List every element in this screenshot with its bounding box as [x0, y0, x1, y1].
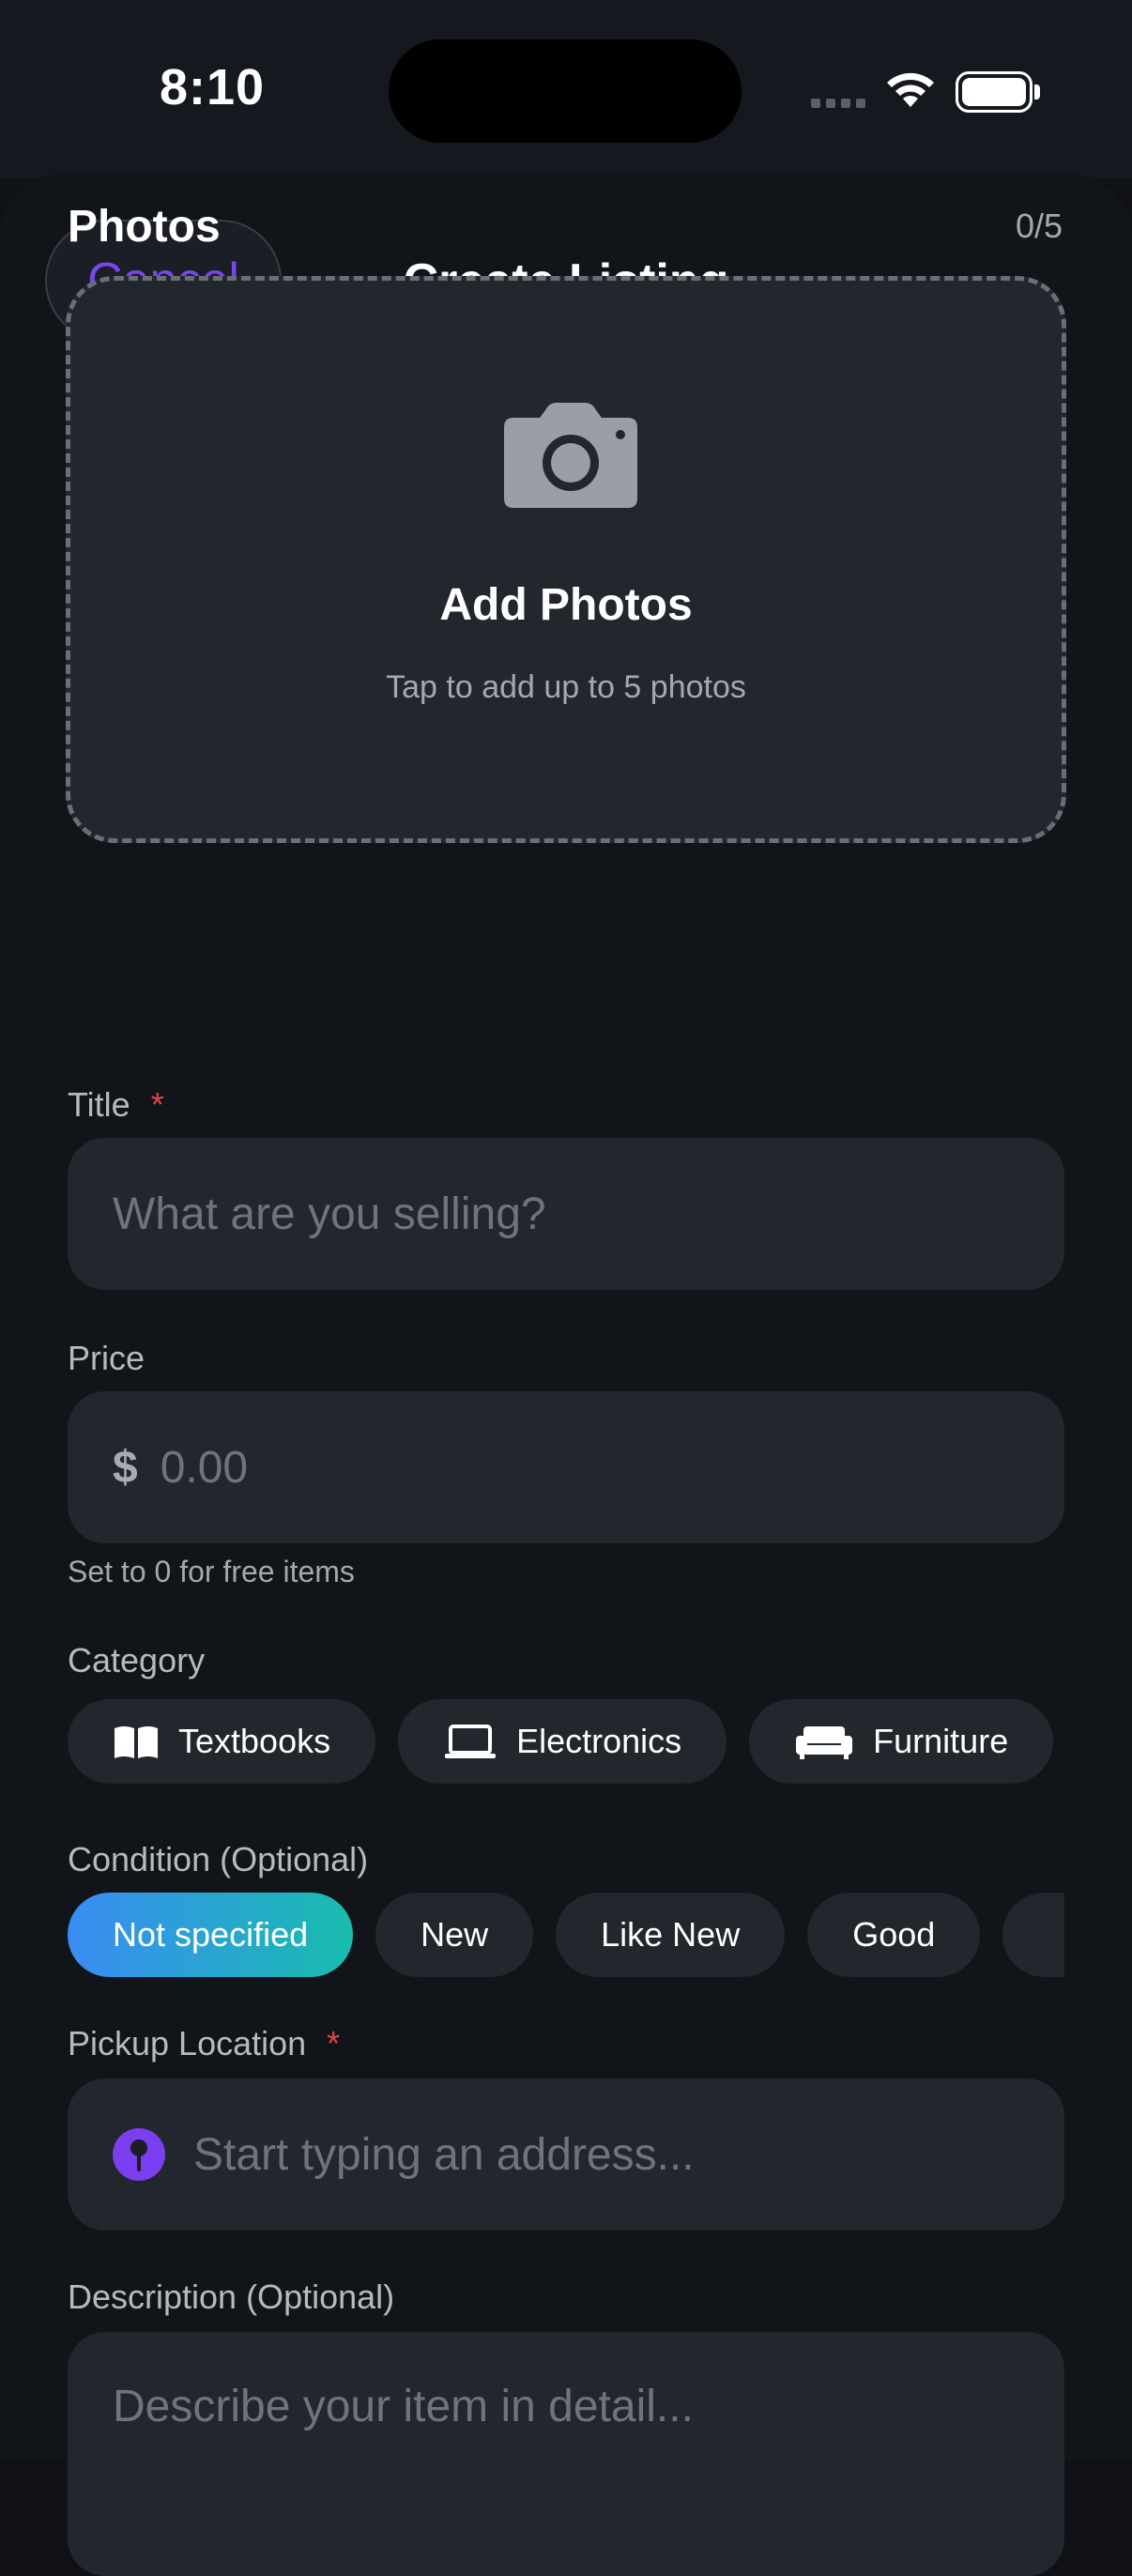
add-photos-subtitle: Tap to add up to 5 photos — [386, 669, 746, 705]
price-hint: Set to 0 for free items — [68, 1555, 355, 1588]
camera-icon — [500, 401, 641, 512]
pickup-location-input[interactable]: Start typing an address... — [68, 2078, 1064, 2231]
status-time: 8:10 — [160, 59, 266, 115]
category-options: Textbooks Electronics Furniture — [68, 1699, 1064, 1784]
title-label-text: Title — [68, 1085, 130, 1124]
currency-symbol: $ — [113, 1442, 138, 1493]
category-label-electronics: Electronics — [516, 1722, 682, 1760]
category-label-textbooks: Textbooks — [178, 1722, 331, 1760]
pickup-location-label-text: Pickup Location — [68, 2024, 307, 2062]
required-marker: * — [327, 2024, 341, 2062]
location-pin-icon — [113, 2128, 165, 2181]
description-label: Description (Optional) — [68, 2277, 395, 2316]
battery-cap — [1034, 84, 1040, 100]
required-marker: * — [150, 1085, 164, 1124]
title-input[interactable]: What are you selling? — [68, 1138, 1064, 1290]
condition-label: Condition (Optional) — [68, 1840, 369, 1878]
category-label: Category — [68, 1641, 206, 1679]
battery-icon — [956, 71, 1033, 113]
pickup-location-placeholder: Start typing an address... — [193, 2129, 695, 2180]
condition-pill-not-specified[interactable]: Not specified — [68, 1893, 354, 1977]
title-label: Title * — [68, 1085, 164, 1125]
title-placeholder: What are you selling? — [113, 1188, 546, 1239]
wifi-icon — [884, 69, 937, 114]
cellular-signal-icon — [811, 99, 865, 108]
category-pill-electronics[interactable]: Electronics — [398, 1699, 727, 1784]
dynamic-island — [389, 39, 742, 143]
condition-pill-good[interactable]: Good — [807, 1893, 981, 1977]
status-bar: 8:10 — [0, 0, 1132, 178]
book-icon — [113, 1723, 160, 1760]
price-placeholder: 0.00 — [160, 1442, 249, 1493]
description-textarea[interactable]: Describe your item in detail... — [68, 2332, 1064, 2576]
price-label: Price — [68, 1339, 145, 1377]
condition-pill-more[interactable] — [1002, 1893, 1064, 1977]
condition-pill-like-new[interactable]: Like New — [556, 1893, 786, 1977]
description-placeholder: Describe your item in detail... — [113, 2382, 694, 2431]
add-photos-title: Add Photos — [439, 580, 693, 630]
category-label-furniture: Furniture — [873, 1722, 1009, 1760]
condition-options: Not specified New Like New Good — [68, 1893, 1064, 1977]
laptop-icon — [443, 1723, 497, 1760]
condition-pill-new[interactable]: New — [375, 1893, 534, 1977]
photos-count: 0/5 — [1015, 207, 1063, 245]
price-input[interactable]: $ 0.00 — [68, 1391, 1064, 1543]
category-pill-textbooks[interactable]: Textbooks — [68, 1699, 376, 1784]
photos-label: Photos — [68, 202, 221, 252]
pickup-location-label: Pickup Location * — [68, 2024, 340, 2063]
category-pill-furniture[interactable]: Furniture — [749, 1699, 1054, 1784]
add-photos-dropzone[interactable]: Add Photos Tap to add up to 5 photos — [66, 276, 1066, 843]
sofa-icon — [794, 1723, 854, 1760]
